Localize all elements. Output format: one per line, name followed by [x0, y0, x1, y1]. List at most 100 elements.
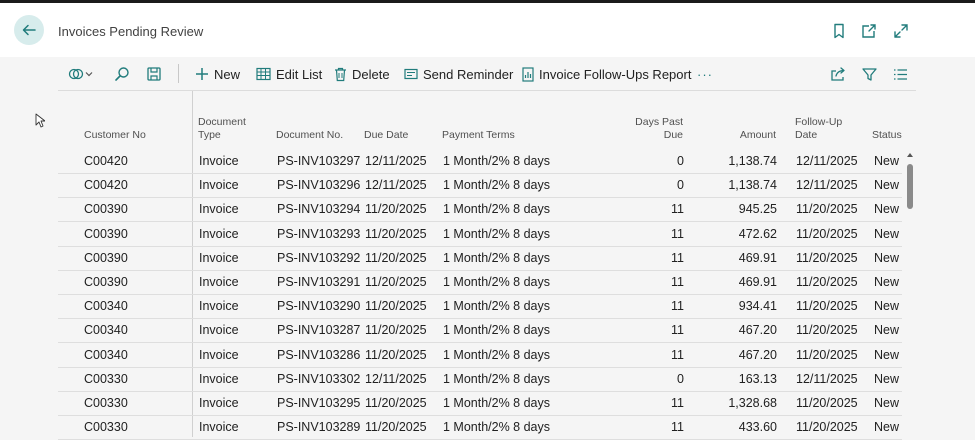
- cell-document-no[interactable]: PS-INV103287: [277, 323, 360, 337]
- bookmark-button[interactable]: [830, 22, 848, 40]
- cell-status[interactable]: New: [874, 202, 899, 216]
- cell-document-no[interactable]: PS-INV103289: [277, 420, 360, 434]
- col-header-days-past-due[interactable]: Days Past Due: [618, 116, 683, 142]
- cell-follow-up-date[interactable]: 11/20/2025: [796, 251, 858, 265]
- scroll-up-arrow-icon[interactable]: [906, 151, 914, 159]
- cell-days-past-due[interactable]: 11: [618, 275, 684, 289]
- cell-follow-up-date[interactable]: 12/11/2025: [796, 178, 858, 192]
- cell-follow-up-date[interactable]: 11/20/2025: [796, 275, 858, 289]
- cell-amount[interactable]: 945.25: [708, 202, 777, 216]
- cell-amount[interactable]: 1,138.74: [708, 154, 777, 168]
- cell-document-no[interactable]: PS-INV103294: [277, 202, 360, 216]
- cell-days-past-due[interactable]: 11: [618, 299, 684, 313]
- share-button[interactable]: [830, 65, 851, 83]
- cell-days-past-due[interactable]: 11: [618, 420, 684, 434]
- col-header-customer-no[interactable]: Customer No: [84, 129, 146, 142]
- cell-payment-terms[interactable]: 1 Month/2% 8 days: [443, 299, 550, 313]
- cell-status[interactable]: New: [874, 275, 899, 289]
- cell-due-date[interactable]: 11/20/2025: [365, 420, 427, 434]
- cell-payment-terms[interactable]: 1 Month/2% 8 days: [443, 396, 550, 410]
- cell-customer-no[interactable]: C00390: [84, 275, 128, 289]
- cell-status[interactable]: New: [874, 251, 899, 265]
- cell-follow-up-date[interactable]: 11/20/2025: [796, 420, 858, 434]
- cell-customer-no[interactable]: C00390: [84, 202, 128, 216]
- cell-status[interactable]: New: [874, 227, 899, 241]
- cell-document-no[interactable]: PS-INV103286: [277, 348, 360, 362]
- cell-document-no[interactable]: PS-INV103292: [277, 251, 360, 265]
- cell-document-type[interactable]: Invoice: [199, 396, 239, 410]
- cell-document-no[interactable]: PS-INV103291: [277, 275, 360, 289]
- cell-due-date[interactable]: 12/11/2025: [365, 372, 427, 386]
- cell-days-past-due[interactable]: 11: [618, 202, 684, 216]
- cell-document-type[interactable]: Invoice: [199, 275, 239, 289]
- cell-customer-no[interactable]: C00340: [84, 299, 128, 313]
- new-button[interactable]: New: [195, 65, 240, 83]
- cell-days-past-due[interactable]: 11: [618, 348, 684, 362]
- cell-days-past-due[interactable]: 11: [618, 227, 684, 241]
- cell-document-type[interactable]: Invoice: [199, 323, 239, 337]
- cell-due-date[interactable]: 11/20/2025: [365, 396, 427, 410]
- back-button[interactable]: [14, 15, 44, 45]
- cell-status[interactable]: New: [874, 299, 899, 313]
- cell-amount[interactable]: 469.91: [708, 275, 777, 289]
- open-new-window-button[interactable]: [860, 22, 878, 40]
- cell-document-no[interactable]: PS-INV103293: [277, 227, 360, 241]
- cell-payment-terms[interactable]: 1 Month/2% 8 days: [443, 348, 550, 362]
- cell-payment-terms[interactable]: 1 Month/2% 8 days: [443, 420, 550, 434]
- cell-amount[interactable]: 1,328.68: [708, 396, 777, 410]
- col-header-follow-up-date[interactable]: Follow-Up Date: [795, 116, 842, 142]
- cell-status[interactable]: New: [874, 420, 899, 434]
- cell-document-no[interactable]: PS-INV103295: [277, 396, 360, 410]
- cell-document-type[interactable]: Invoice: [199, 299, 239, 313]
- save-view-button[interactable]: [146, 65, 167, 83]
- cell-amount[interactable]: 163.13: [708, 372, 777, 386]
- more-options-button[interactable]: ···: [697, 65, 713, 83]
- cell-due-date[interactable]: 11/20/2025: [365, 323, 427, 337]
- cell-customer-no[interactable]: C00420: [84, 178, 128, 192]
- expand-button[interactable]: [892, 22, 910, 40]
- cell-due-date[interactable]: 11/20/2025: [365, 202, 427, 216]
- table-row[interactable]: C00390 Invoice PS-INV103292 11/20/2025 1 Mon…: [58, 246, 902, 271]
- cell-document-type[interactable]: Invoice: [199, 348, 239, 362]
- table-row[interactable]: C00340 Invoice PS-INV103286 11/20/2025 1 Mon…: [58, 343, 902, 368]
- send-reminder-button[interactable]: Send Reminder: [404, 65, 513, 83]
- cell-due-date[interactable]: 12/11/2025: [365, 154, 427, 168]
- col-header-status[interactable]: Status: [872, 129, 902, 142]
- cell-follow-up-date[interactable]: 11/20/2025: [796, 227, 858, 241]
- cell-follow-up-date[interactable]: 11/20/2025: [796, 202, 858, 216]
- cell-due-date[interactable]: 11/20/2025: [365, 275, 427, 289]
- cell-document-type[interactable]: Invoice: [199, 227, 239, 241]
- cell-customer-no[interactable]: C00390: [84, 227, 128, 241]
- table-row[interactable]: C00390 Invoice PS-INV103294 11/20/2025 1 Mon…: [58, 197, 902, 223]
- cell-amount[interactable]: 467.20: [708, 323, 777, 337]
- cell-customer-no[interactable]: C00420: [84, 154, 128, 168]
- cell-payment-terms[interactable]: 1 Month/2% 8 days: [443, 275, 550, 289]
- cell-document-no[interactable]: PS-INV103296: [277, 178, 360, 192]
- cell-amount[interactable]: 469.91: [708, 251, 777, 265]
- delete-button[interactable]: Delete: [334, 65, 390, 83]
- cell-customer-no[interactable]: C00330: [84, 396, 128, 410]
- cell-customer-no[interactable]: C00390: [84, 251, 128, 265]
- cell-payment-terms[interactable]: 1 Month/2% 8 days: [443, 178, 550, 192]
- cell-document-no[interactable]: PS-INV103297: [277, 154, 360, 168]
- cell-document-type[interactable]: Invoice: [199, 154, 239, 168]
- cell-customer-no[interactable]: C00340: [84, 323, 128, 337]
- cell-follow-up-date[interactable]: 11/20/2025: [796, 323, 858, 337]
- cell-status[interactable]: New: [874, 372, 899, 386]
- edit-list-button[interactable]: Edit List: [256, 65, 322, 83]
- filter-views-button[interactable]: [68, 65, 99, 83]
- table-row[interactable]: C00340 Invoice PS-INV103287 11/20/2025 1 Mon…: [58, 318, 902, 344]
- col-header-amount[interactable]: Amount: [708, 129, 776, 142]
- list-view-button[interactable]: [893, 65, 913, 83]
- cell-document-type[interactable]: Invoice: [199, 372, 239, 386]
- cell-days-past-due[interactable]: 0: [618, 154, 684, 168]
- table-row[interactable]: C00330 Invoice PS-INV103295 11/20/2025 1 Mon…: [58, 391, 902, 416]
- col-header-payment-terms[interactable]: Payment Terms: [442, 129, 515, 142]
- cell-amount[interactable]: 1,138.74: [708, 178, 777, 192]
- col-header-due-date[interactable]: Due Date: [364, 129, 408, 142]
- table-row[interactable]: C00420 Invoice PS-INV103297 12/11/2025 1 Mon…: [58, 149, 902, 174]
- cell-payment-terms[interactable]: 1 Month/2% 8 days: [443, 227, 550, 241]
- table-row[interactable]: C00390 Invoice PS-INV103293 11/20/2025 1 Mon…: [58, 222, 902, 247]
- cell-document-type[interactable]: Invoice: [199, 251, 239, 265]
- cell-amount[interactable]: 467.20: [708, 348, 777, 362]
